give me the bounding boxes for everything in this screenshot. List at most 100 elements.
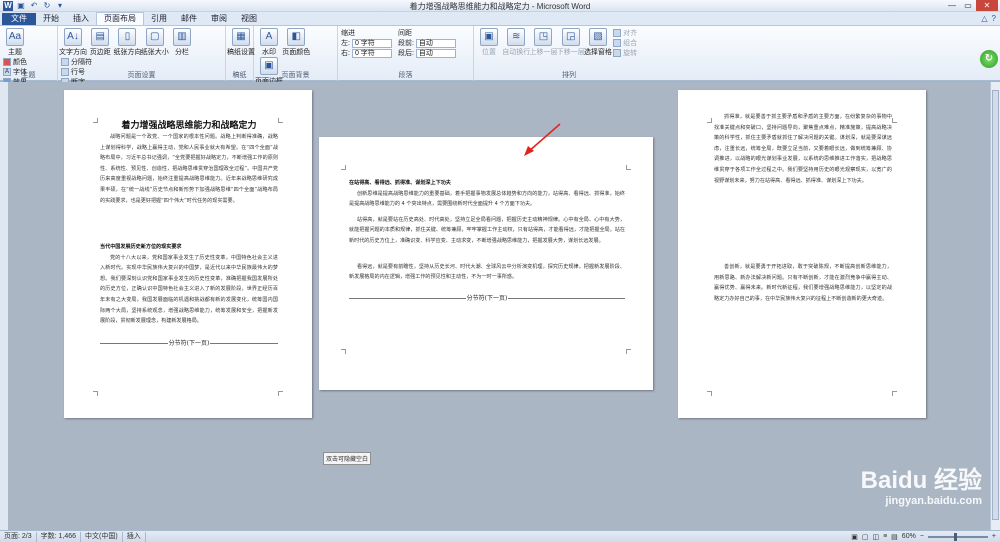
themes-icon: Aa <box>6 28 24 46</box>
margin-mark <box>278 391 283 396</box>
page-1-body: 着力增强战略思维能力和战略定力 战略问题是一个政党、一个国家的根本性问题。战略上… <box>100 120 278 349</box>
tab-review[interactable]: 审阅 <box>204 13 234 25</box>
send-backward-button[interactable]: ◲ 下移一层 <box>557 28 585 57</box>
spacing-before-label: 段前: <box>397 40 414 47</box>
page-color-button[interactable]: ◧ 页面颜色 <box>282 28 310 57</box>
tab-insert[interactable]: 插入 <box>66 13 96 25</box>
view-draft-icon[interactable]: ▤ <box>891 533 898 541</box>
orientation-button[interactable]: ▯ 纸张方向 <box>113 28 141 57</box>
zoom-slider-knob[interactable] <box>953 532 957 541</box>
view-print-layout-icon[interactable]: ▣ <box>851 533 858 541</box>
breaks-icon <box>61 58 69 66</box>
position-button[interactable]: ▣ 位置 <box>477 28 501 57</box>
vertical-scrollbar[interactable] <box>990 82 1000 530</box>
title-bar: W ▣ ↶ ↻ ▾ 着力增强战略思维能力和战略定力 - Microsoft Wo… <box>0 0 1000 12</box>
orientation-icon: ▯ <box>118 28 137 46</box>
page-1[interactable]: 着力增强战略思维能力和战略定力 战略问题是一个政党、一个国家的根本性问题。战略上… <box>64 90 312 418</box>
columns-icon: ▥ <box>172 28 191 46</box>
section-break: 分节符(下一页) <box>349 294 625 305</box>
zoom-slider[interactable] <box>927 532 988 541</box>
align-button[interactable]: 对齐 <box>613 28 637 38</box>
status-language[interactable]: 中文(中国) <box>81 531 123 542</box>
scrollbar-thumb[interactable] <box>992 90 999 520</box>
group-label-paragraph: 段落 <box>398 72 413 79</box>
tab-references[interactable]: 引用 <box>144 13 174 25</box>
page-3[interactable]: 抓得准，就是要善于抓主要矛盾和矛盾的主要方面，在纷繁复杂的事物中找准关键点和突破… <box>678 90 926 418</box>
document-canvas[interactable]: 着力增强战略思维能力和战略定力 战略问题是一个政党、一个国家的根本性问题。战略上… <box>8 82 990 530</box>
window-controls: — ▭ ✕ <box>944 0 998 11</box>
manuscript-settings-button[interactable]: ▦ 稿纸设置 <box>227 28 255 57</box>
wrap-text-button[interactable]: ≋ 自动换行 <box>502 28 530 57</box>
spacing-before-field[interactable]: 自动 <box>415 38 456 48</box>
group-button[interactable]: 组合 <box>613 38 637 48</box>
margin-mark <box>341 165 346 170</box>
text-direction-button[interactable]: A↓ 文字方向 <box>59 28 87 57</box>
margin-mark <box>93 118 98 123</box>
align-icon <box>613 29 622 37</box>
paragraph: 战略问题是一个政党、一个国家的根本性问题。战略上判断得准确，战略上谋划得科学，战… <box>100 134 278 204</box>
tooltip: 双击可隐藏空白 <box>323 452 372 465</box>
colors-icon <box>3 58 11 66</box>
spacing-label: 间距 <box>397 30 412 37</box>
status-page[interactable]: 页面: 2/3 <box>0 531 37 542</box>
breaks-button[interactable]: 分隔符 <box>61 57 92 67</box>
view-outline-icon[interactable]: ≡ <box>883 533 887 540</box>
minimize-icon[interactable]: — <box>944 0 960 11</box>
selection-pane-button[interactable]: ▧ 选择窗格 <box>584 28 612 57</box>
margins-button[interactable]: ▤ 页边距 <box>88 28 112 57</box>
margin-mark <box>341 349 346 354</box>
group-label-page-background: 页面背景 <box>281 72 310 79</box>
tab-mailings[interactable]: 邮件 <box>174 13 204 25</box>
status-word-count[interactable]: 字数: 1,466 <box>37 531 82 542</box>
margin-mark <box>93 391 98 396</box>
margin-mark <box>626 349 631 354</box>
green-plugin-icon[interactable]: ↻ <box>980 50 998 68</box>
ribbon-minimize-icon[interactable]: △ <box>981 14 987 23</box>
columns-button[interactable]: ▥ 分栏 <box>170 28 194 57</box>
page-2-body: 在站得高、看得远、抓得准、谋划深上下功夫 创新思维是提高战略思维能力的重要基础，… <box>349 178 625 304</box>
tab-file[interactable]: 文件 <box>2 13 36 25</box>
vertical-ruler <box>0 82 8 530</box>
zoom-out-icon[interactable]: − <box>920 533 924 540</box>
wrap-text-icon: ≋ <box>507 28 526 46</box>
paragraph: 善创新，就是要勇于开拓进取，敢于突破陈规，不断提高创新思维能力，用新思路、新办法… <box>714 264 892 302</box>
view-web-icon[interactable]: ◫ <box>872 533 879 541</box>
status-bar: 页面: 2/3 字数: 1,466 中文(中国) 插入 ▣ ▢ ◫ ≡ ▤ 60… <box>0 530 1000 542</box>
ribbon-tabs: 文件 开始 插入 页面布局 引用 邮件 审阅 视图 △ ? <box>0 12 1000 26</box>
tab-view[interactable]: 视图 <box>234 13 264 25</box>
group-paragraph: 缩进 左: 0 字符 右: 0 字符 间距 段前: 自动 段后: 自动 段落 <box>338 26 474 81</box>
themes-button[interactable]: Aa 主题 <box>3 28 27 57</box>
rotate-button[interactable]: 旋转 <box>613 48 637 58</box>
maximize-icon[interactable]: ▭ <box>960 0 976 11</box>
view-full-screen-icon[interactable]: ▢ <box>862 533 869 541</box>
paper-size-button[interactable]: ▢ 纸张大小 <box>141 28 169 57</box>
spacing-after-field[interactable]: 自动 <box>415 48 456 58</box>
watermark-button[interactable]: A 水印 <box>257 28 281 57</box>
zoom-level[interactable]: 60% <box>902 533 916 540</box>
margin-mark <box>892 118 897 123</box>
close-icon[interactable]: ✕ <box>976 0 998 11</box>
group-label-themes: 主题 <box>21 72 36 79</box>
group-label-page-setup: 页面设置 <box>127 72 156 79</box>
zoom-in-icon[interactable]: + <box>992 533 996 540</box>
tab-page-layout[interactable]: 页面布局 <box>96 12 144 25</box>
text-direction-icon: A↓ <box>64 28 82 46</box>
page-2[interactable]: 在站得高、看得远、抓得准、谋划深上下功夫 创新思维是提高战略思维能力的重要基础，… <box>319 137 653 390</box>
indent-left-field[interactable]: 0 字符 <box>351 38 392 48</box>
indent-right-field[interactable]: 0 字符 <box>351 48 392 58</box>
tab-home[interactable]: 开始 <box>36 13 66 25</box>
paragraph: 党的十八大以来，党和国家事业发生了历史性变革，中国特色社会主义进入新时代。实现中… <box>100 254 278 325</box>
position-icon: ▣ <box>480 28 498 46</box>
section-heading: 在站得高、看得远、抓得准、谋划深上下功夫 <box>349 180 451 186</box>
bring-forward-button[interactable]: ◳ 上移一层 <box>529 28 557 57</box>
status-insert-mode[interactable]: 插入 <box>123 531 146 542</box>
window-title: 着力增强战略思维能力和战略定力 - Microsoft Word <box>409 2 591 11</box>
group-page-setup: A↓文字方向 ▤页边距 ▯纸张方向 ▢纸张大小 ▥分栏 分隔符 行号 断字 页面… <box>58 26 226 86</box>
tab-right-controls: △ ? <box>981 11 1000 25</box>
group-manuscript: ▦ 稿纸设置 稿纸 <box>226 26 255 81</box>
paragraph: 看得远，就是要有前瞻性，坚持从历史长河、时代大潮、全球风云中分析演变机理，探究历… <box>349 263 625 281</box>
theme-colors-button[interactable]: 颜色 <box>3 57 27 67</box>
help-icon[interactable]: ? <box>992 14 996 23</box>
margin-mark <box>278 118 283 123</box>
group-icon <box>613 39 622 47</box>
